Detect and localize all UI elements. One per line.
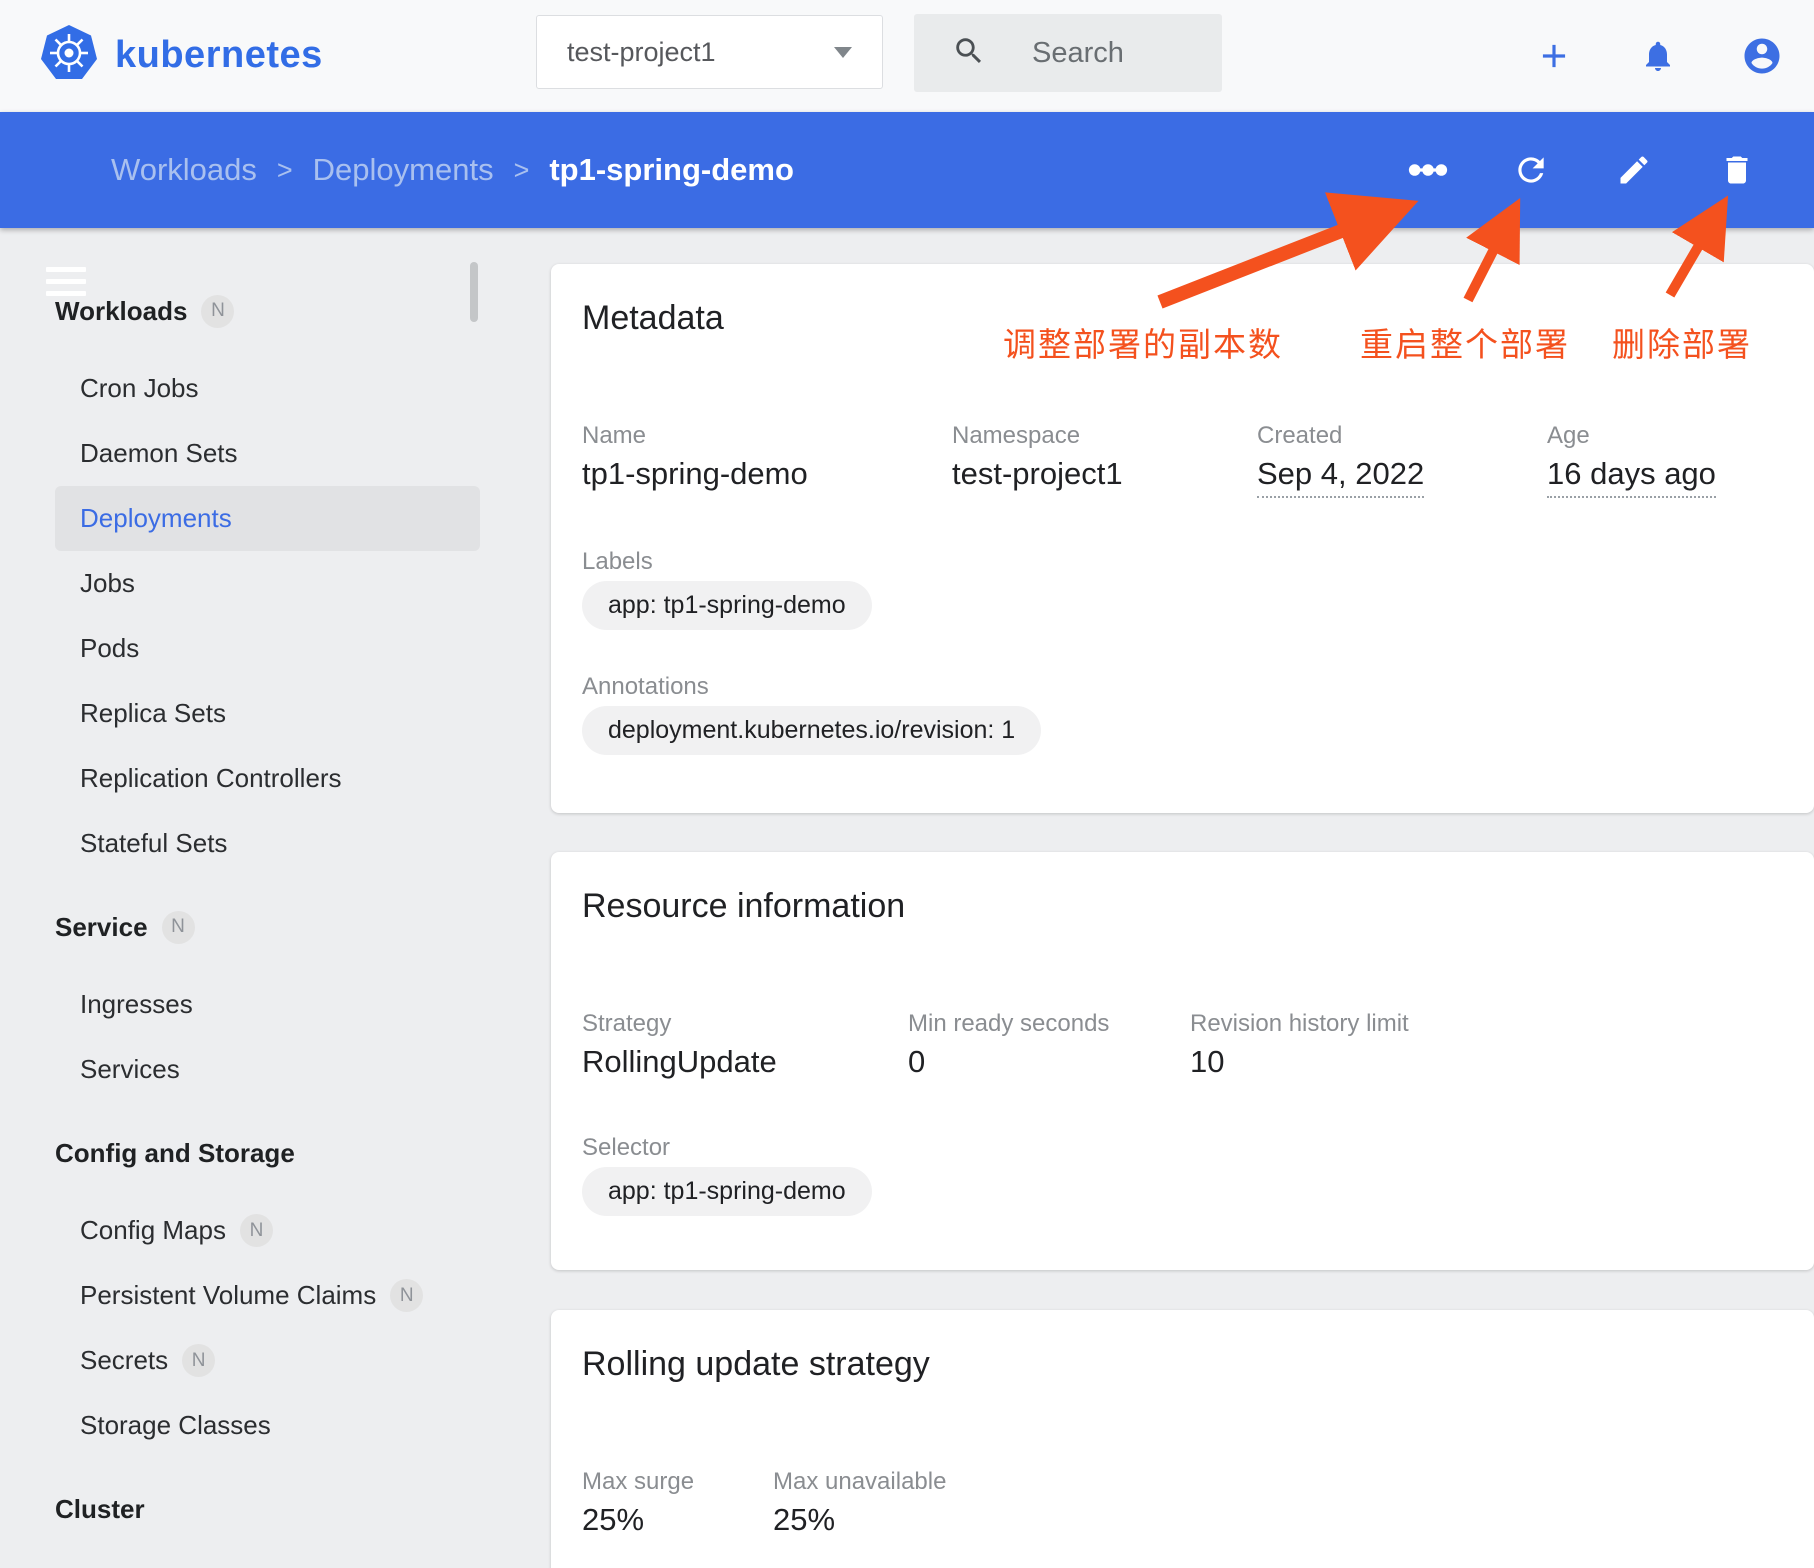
breadcrumb: Workloads > Deployments > tp1-spring-dem… (111, 112, 794, 228)
toolbar: Workloads > Deployments > tp1-spring-dem… (0, 112, 1814, 228)
sidebar-item-services[interactable]: Services (0, 1037, 480, 1102)
sidebar-item-cron-jobs[interactable]: Cron Jobs (0, 356, 480, 421)
sidebar-section-config-and-storage: Config and Storage (0, 1122, 480, 1184)
brand-name: kubernetes (115, 34, 323, 77)
card-title: Metadata (582, 298, 1774, 338)
annotations-label: Annotations (582, 675, 1774, 698)
hamburger-menu-icon[interactable] (46, 267, 86, 296)
sidebar-scrollbar[interactable] (470, 262, 478, 322)
new-badge: N (390, 1279, 423, 1312)
sidebar-nav: Workloads N Cron Jobs Daemon Sets Deploy… (0, 228, 480, 1568)
sidebar-item-persistent-volume-claims[interactable]: Persistent Volume Claims N (0, 1263, 480, 1328)
kubernetes-dashboard-page: kubernetes test-project1 Search (0, 0, 1814, 1568)
sidebar-item-secrets[interactable]: Secrets N (0, 1328, 480, 1393)
search-icon (952, 34, 986, 73)
breadcrumb-deployments[interactable]: Deployments (313, 152, 494, 188)
new-badge: N (240, 1214, 273, 1247)
search-placeholder: Search (1032, 37, 1124, 70)
breadcrumb-separator-icon: > (277, 155, 293, 186)
add-icon[interactable] (1502, 37, 1606, 75)
delete-icon[interactable] (1685, 112, 1788, 228)
breadcrumb-current: tp1-spring-demo (549, 152, 794, 188)
search-input[interactable]: Search (914, 14, 1222, 92)
field-age: Age 16 days ago (1547, 424, 1716, 498)
selector-chip: app: tp1-spring-demo (582, 1167, 872, 1216)
section-label: Service (55, 912, 148, 943)
sidebar-item-jobs[interactable]: Jobs (0, 551, 480, 616)
account-icon[interactable] (1710, 35, 1814, 77)
selector-label: Selector (582, 1136, 1774, 1159)
annotation-chip: deployment.kubernetes.io/revision: 1 (582, 706, 1041, 755)
breadcrumb-workloads[interactable]: Workloads (111, 152, 257, 188)
sidebar-item-config-maps[interactable]: Config Maps N (0, 1198, 480, 1263)
scale-icon[interactable] (1376, 112, 1479, 228)
field-min-ready-seconds: Min ready seconds 0 (908, 1012, 1190, 1081)
breadcrumb-separator-icon: > (514, 155, 530, 186)
resource-information-card: Resource information Strategy RollingUpd… (551, 852, 1814, 1270)
field-namespace: Namespace test-project1 (952, 424, 1257, 498)
sidebar-item-replica-sets[interactable]: Replica Sets (0, 681, 480, 746)
app-header: kubernetes test-project1 Search (0, 0, 1814, 112)
field-revision-history-limit: Revision history limit 10 (1190, 1012, 1409, 1081)
section-label: Workloads (55, 296, 187, 327)
card-title: Resource information (582, 886, 1774, 926)
new-badge: N (162, 911, 195, 944)
kubernetes-logo-icon (40, 24, 98, 87)
metadata-card: Metadata Name tp1-spring-demo Namespace … (551, 264, 1814, 813)
sidebar-item-pods[interactable]: Pods (0, 616, 480, 681)
edit-icon[interactable] (1582, 112, 1685, 228)
field-created: Created Sep 4, 2022 (1257, 424, 1547, 498)
card-title: Rolling update strategy (582, 1344, 1774, 1384)
section-label: Cluster (55, 1494, 145, 1525)
field-max-surge: Max surge 25% (582, 1470, 773, 1539)
field-strategy: Strategy RollingUpdate (582, 1012, 908, 1081)
sidebar-section-service: Service N (0, 896, 480, 958)
new-badge: N (201, 295, 234, 328)
caret-down-icon (834, 47, 852, 58)
label-chip: app: tp1-spring-demo (582, 581, 872, 630)
section-label: Config and Storage (55, 1138, 295, 1169)
namespace-selector-value: test-project1 (567, 37, 716, 68)
sidebar-item-ingresses[interactable]: Ingresses (0, 972, 480, 1037)
main-content: Metadata Name tp1-spring-demo Namespace … (551, 228, 1814, 1568)
sidebar-item-storage-classes[interactable]: Storage Classes (0, 1393, 480, 1458)
field-name: Name tp1-spring-demo (582, 424, 952, 498)
restart-icon[interactable] (1479, 112, 1582, 228)
sidebar-item-daemon-sets[interactable]: Daemon Sets (0, 421, 480, 486)
field-max-unavailable: Max unavailable 25% (773, 1470, 946, 1539)
sidebar-item-replication-controllers[interactable]: Replication Controllers (0, 746, 480, 811)
brand[interactable]: kubernetes (40, 24, 323, 87)
namespace-selector[interactable]: test-project1 (536, 15, 883, 89)
sidebar-item-stateful-sets[interactable]: Stateful Sets (0, 811, 480, 876)
sidebar-section-cluster: Cluster (0, 1478, 480, 1540)
labels-label: Labels (582, 550, 1774, 573)
new-badge: N (182, 1344, 215, 1377)
notifications-icon[interactable] (1606, 38, 1710, 74)
sidebar-item-deployments[interactable]: Deployments (55, 486, 480, 551)
rolling-update-strategy-card: Rolling update strategy Max surge 25% Ma… (551, 1310, 1814, 1568)
